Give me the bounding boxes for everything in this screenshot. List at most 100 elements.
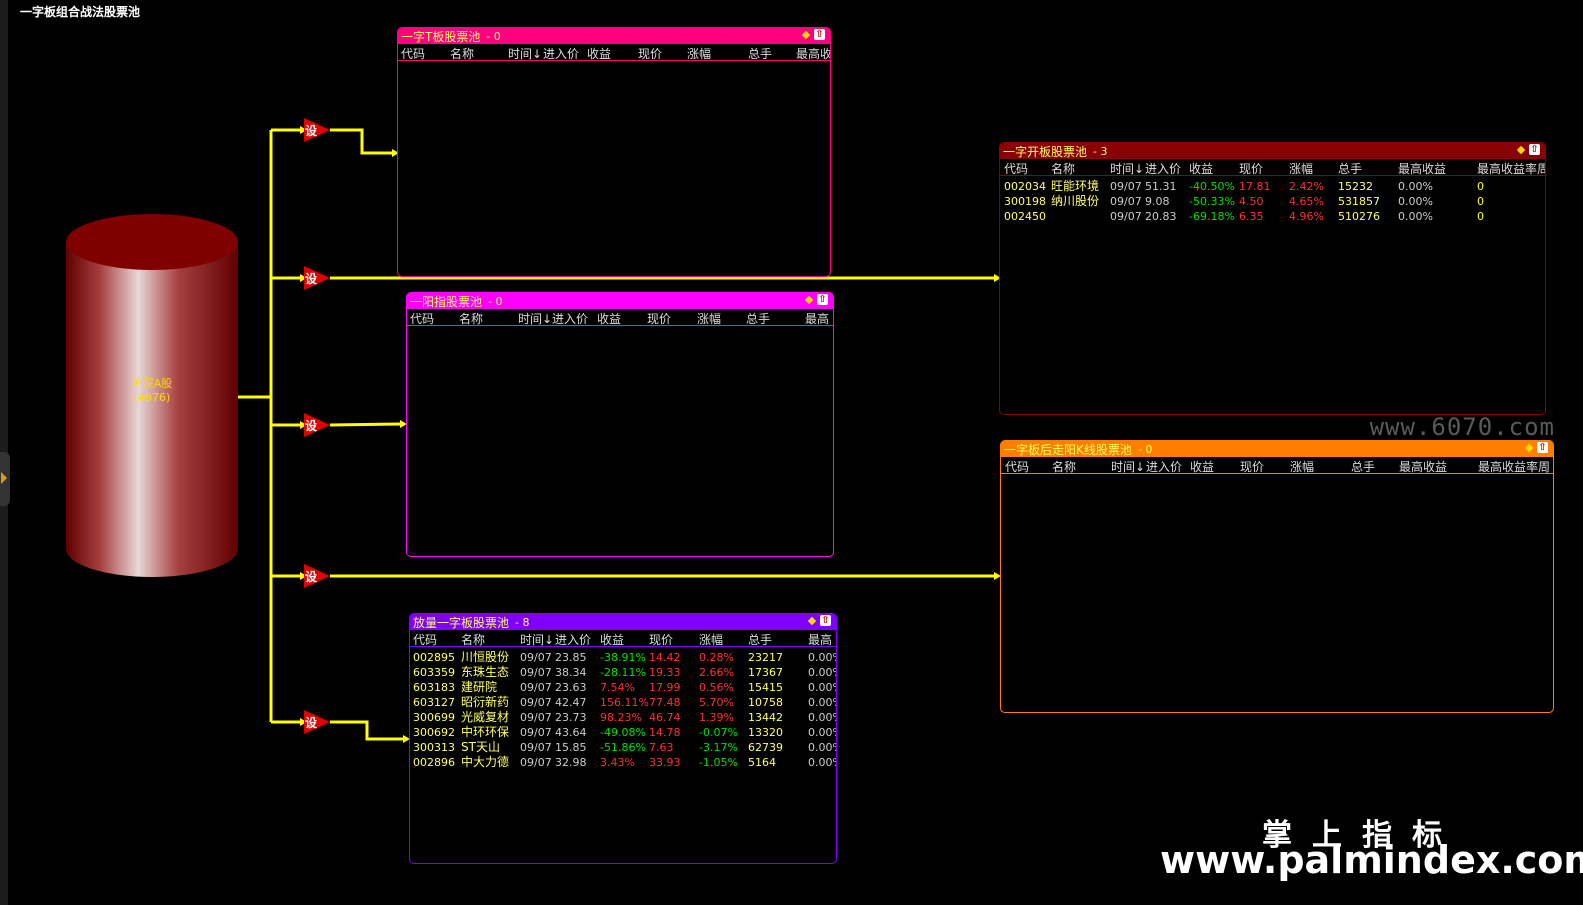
column-header-cell[interactable]: 代码 xyxy=(1004,160,1028,177)
pool-panel-yizi-kai[interactable]: 一字开板股票池 - 3 ⇧ 代码 名称 时间↓ 进入价 收益 现价 涨幅 总手 最高收益 最高收益率周 0… xyxy=(999,142,1546,415)
column-header-cell[interactable]: 代码 xyxy=(410,310,434,327)
column-header-cell[interactable]: 名称 xyxy=(1051,160,1075,177)
pool-panel-yizi-t[interactable]: 一字T板股票池 - 0 ⇧ 代码 名称 时间↓ 进入价 收益 现价 涨幅 总手 最高收 xyxy=(397,27,831,277)
pool-titlebar[interactable]: 一阳指股票池 - 0 ⇧ xyxy=(407,293,833,309)
up-arrow-icon[interactable]: ⇧ xyxy=(820,615,831,626)
column-header-cell[interactable]: 现价 xyxy=(638,45,662,62)
column-header-cell[interactable]: 总手 xyxy=(1351,458,1375,475)
table-row[interactable]: 300692 中环环保 09/07 43.64 -49.08% 14.78 -0.07% 13… xyxy=(410,725,836,740)
table-row[interactable]: 603127 昭衍新药 09/07 42.47 156.11% 77.48 5.70% 107… xyxy=(410,695,836,710)
column-header-cell[interactable]: 代码 xyxy=(1005,458,1029,475)
table-row[interactable]: 300313 ST天山 09/07 15.85 -51.86% 7.63 -3.17% 627… xyxy=(410,740,836,755)
column-header-cell[interactable]: 进入价 xyxy=(543,45,579,62)
table-cell: 09/07 xyxy=(1110,210,1142,223)
up-arrow-icon[interactable]: ⇧ xyxy=(1537,442,1548,453)
column-header-cell[interactable]: 时间↓ xyxy=(508,45,542,62)
column-header-cell[interactable]: 总手 xyxy=(1338,160,1362,177)
column-header-cell[interactable]: 进入价 xyxy=(552,310,588,327)
column-header-cell[interactable]: 最高 xyxy=(808,631,832,648)
column-header-cell[interactable]: 收益 xyxy=(1189,160,1213,177)
table-row[interactable]: 002896 中大力德 09/07 32.98 3.43% 33.93 -1.05% 5164… xyxy=(410,755,836,770)
table-row[interactable]: 300699 光威复材 09/07 23.73 98.23% 46.74 1.39% 1344… xyxy=(410,710,836,725)
column-header-cell[interactable]: 名称 xyxy=(459,310,483,327)
column-header-cell[interactable]: 涨幅 xyxy=(687,45,711,62)
set-button-4[interactable]: 设 xyxy=(302,564,332,588)
column-header-cell[interactable]: 总手 xyxy=(746,310,770,327)
table-row[interactable]: 603183 建研院 09/07 23.63 7.54% 17.99 0.56% 15415 0… xyxy=(410,680,836,695)
column-header-cell[interactable]: 收益 xyxy=(597,310,621,327)
diamond-icon[interactable] xyxy=(807,616,817,625)
table-cell: 昭衍新药 xyxy=(461,695,510,709)
column-header-cell[interactable]: 进入价 xyxy=(1146,458,1182,475)
column-header-cell[interactable]: 收益 xyxy=(587,45,611,62)
set-button-5[interactable]: 设 xyxy=(302,710,332,734)
source-label[interactable]: 沪深A股 (4876) xyxy=(66,377,238,405)
table-row[interactable]: 002450 09/07 20.83 -69.18% 6.35 4.96% 510276 0.… xyxy=(1000,209,1545,224)
pool-titlebar[interactable]: 放量一字板股票池 - 8 ⇧ xyxy=(410,614,836,630)
column-header-cell[interactable]: 进入价 xyxy=(1145,160,1181,177)
diamond-icon[interactable] xyxy=(1516,145,1526,154)
pool-rows: 002895 川恒股份 09/07 23.85 -38.91% 14.42 0.28% 232… xyxy=(410,647,836,770)
pool-panel-yiyang[interactable]: 一阳指股票池 - 0 ⇧ 代码 名称 时间↓ 进入价 收益 现价 涨幅 总手 最高 xyxy=(406,292,834,557)
up-arrow-icon[interactable]: ⇧ xyxy=(1529,144,1540,155)
pool-title: 一字开板股票池 xyxy=(1003,144,1088,159)
table-row[interactable]: 002895 川恒股份 09/07 23.85 -38.91% 14.42 0.28% 232… xyxy=(410,650,836,665)
column-header-cell[interactable]: 最高收益率周 xyxy=(1478,458,1550,475)
table-cell: 4.96% xyxy=(1289,210,1324,223)
set-button-3[interactable]: 设 xyxy=(302,413,332,437)
set-button-1[interactable]: 设 xyxy=(302,118,332,142)
column-header-cell[interactable]: 代码 xyxy=(413,631,437,648)
column-header-cell[interactable]: 涨幅 xyxy=(1290,458,1314,475)
table-row[interactable]: 002034 旺能环境 09/07 51.31 -40.50% 17.81 2.42% 152… xyxy=(1000,179,1545,194)
column-header-cell[interactable]: 现价 xyxy=(649,631,673,648)
pool-panel-houzou-yang[interactable]: 一字板后走阳K线股票池 - 0 ⇧ 代码 名称 时间↓ 进入价 收益 现价 涨幅 总手 最高收益 最高收… xyxy=(1000,440,1554,713)
column-header-cell[interactable]: 涨幅 xyxy=(699,631,723,648)
column-header-cell[interactable]: 现价 xyxy=(647,310,671,327)
column-header-cell[interactable]: 时间↓ xyxy=(1111,458,1145,475)
diamond-icon[interactable] xyxy=(1524,443,1534,452)
column-header-cell[interactable]: 最高收益率周 xyxy=(1477,160,1545,177)
column-header-cell[interactable]: 最高收益 xyxy=(1398,160,1446,177)
column-header-cell[interactable]: 收益 xyxy=(1190,458,1214,475)
column-header-cell[interactable]: 收益 xyxy=(600,631,624,648)
pool-panel-fangliang[interactable]: 放量一字板股票池 - 8 ⇧ 代码 名称 时间↓ 进入价 收益 现价 涨幅 总手 最高 002895 川恒… xyxy=(409,613,837,864)
column-header-cell[interactable]: 最高收益 xyxy=(1399,458,1447,475)
pool-rows xyxy=(1001,474,1553,477)
column-header-cell[interactable]: 现价 xyxy=(1239,160,1263,177)
up-arrow-icon[interactable]: ⇧ xyxy=(814,29,825,40)
column-header-cell[interactable]: 名称 xyxy=(1052,458,1076,475)
table-cell: 14.42 xyxy=(649,651,681,664)
table-cell: -49.08% xyxy=(600,726,646,739)
table-cell: 0.56% xyxy=(699,681,734,694)
column-header-cell[interactable]: 名称 xyxy=(461,631,485,648)
set-button-2[interactable]: 设 xyxy=(302,266,332,290)
pool-column-header: 代码 名称 时间↓ 进入价 收益 现价 涨幅 总手 最高 xyxy=(407,309,833,326)
diamond-icon[interactable] xyxy=(804,295,814,304)
column-header-cell[interactable]: 代码 xyxy=(401,45,425,62)
column-header-cell[interactable]: 时间↓ xyxy=(520,631,554,648)
source-count: (4876) xyxy=(133,391,171,404)
table-cell: 002895 xyxy=(413,651,455,664)
table-row[interactable]: 300198 纳川股份 09/07 9.08 -50.33% 4.50 4.65% 53185… xyxy=(1000,194,1545,209)
table-row[interactable]: 603359 东珠生态 09/07 38.34 -28.11% 19.33 2.66% 173… xyxy=(410,665,836,680)
column-header-cell[interactable]: 最高 xyxy=(805,310,829,327)
up-arrow-icon[interactable]: ⇧ xyxy=(817,294,828,305)
pool-titlebar[interactable]: 一字开板股票池 - 3 ⇧ xyxy=(1000,143,1545,159)
pool-titlebar[interactable]: 一字T板股票池 - 0 ⇧ xyxy=(398,28,830,44)
table-cell: 09/07 xyxy=(520,711,552,724)
diamond-icon[interactable] xyxy=(801,30,811,39)
column-header-cell[interactable]: 涨幅 xyxy=(1289,160,1313,177)
table-cell: 中环环保 xyxy=(461,725,510,739)
table-cell: 09/07 xyxy=(520,666,552,679)
column-header-cell[interactable]: 现价 xyxy=(1240,458,1264,475)
column-header-cell[interactable]: 时间↓ xyxy=(1110,160,1144,177)
column-header-cell[interactable]: 涨幅 xyxy=(697,310,721,327)
column-header-cell[interactable]: 最高收 xyxy=(796,45,830,62)
column-header-cell[interactable]: 总手 xyxy=(748,631,772,648)
column-header-cell[interactable]: 总手 xyxy=(748,45,772,62)
pool-titlebar[interactable]: 一字板后走阳K线股票池 - 0 ⇧ xyxy=(1001,441,1553,457)
table-cell: 62739 xyxy=(748,741,783,754)
column-header-cell[interactable]: 进入价 xyxy=(555,631,591,648)
column-header-cell[interactable]: 名称 xyxy=(450,45,474,62)
column-header-cell[interactable]: 时间↓ xyxy=(518,310,552,327)
